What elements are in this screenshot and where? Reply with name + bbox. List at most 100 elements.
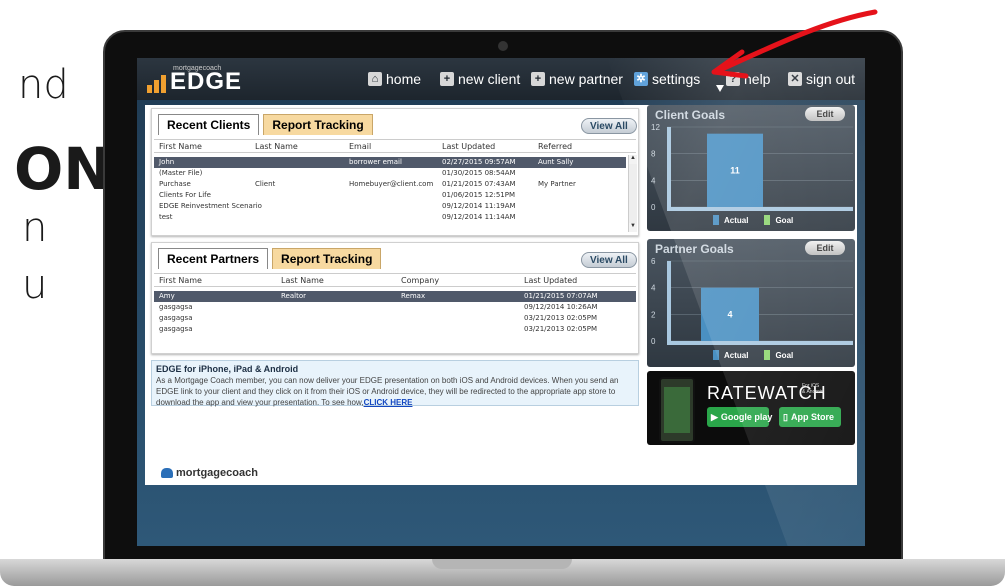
column-header[interactable]: First Name: [159, 142, 202, 151]
table-cell: Homebuyer@client.com: [349, 180, 434, 188]
table-row[interactable]: gasgagsa 09/12/2014 10:26AM: [154, 302, 636, 313]
nav-sign-out[interactable]: ✕ sign out: [788, 71, 855, 87]
table-row[interactable]: test 09/12/2014 11:14AM: [154, 212, 626, 223]
recent-partners-panel: Recent Partners Report Tracking View All…: [151, 242, 639, 354]
promo-link[interactable]: CLICK HERE: [364, 398, 413, 407]
app-store-button[interactable]: ▯ App Store: [779, 407, 841, 427]
partner-goals-legend: Actual Goal: [713, 350, 793, 360]
table-row[interactable]: Clients For Life 01/06/2015 12:51PM: [154, 190, 626, 201]
scroll-up-icon[interactable]: ▲: [629, 155, 637, 164]
table-cell: Client: [255, 180, 276, 188]
y-tick-label: 4: [651, 176, 656, 185]
y-tick-label: 0: [651, 337, 656, 346]
client-goals-title: Client Goals: [655, 108, 726, 122]
nav-help-label: help: [744, 71, 771, 87]
table-cell: gasgagsa: [159, 325, 193, 333]
background-text: nd: [18, 62, 69, 108]
ratewatch-platforms: For iOS & Android: [802, 383, 824, 395]
recent-clients-panel: Recent Clients Report Tracking View All …: [151, 108, 639, 236]
partner-goals-chart: 6 4 2 0 4: [651, 257, 853, 346]
column-header[interactable]: Referred: [538, 142, 572, 151]
table-cell: test: [159, 213, 173, 221]
column-header[interactable]: First Name: [159, 276, 202, 285]
table-cell: gasgagsa: [159, 314, 193, 322]
table-cell: 01/06/2015 12:51PM: [442, 191, 516, 199]
table-row[interactable]: (Master File) 01/30/2015 08:54AM: [154, 168, 626, 179]
background-text: ON: [14, 135, 112, 203]
table-row[interactable]: John borrower email 02/27/2015 09:57AM Aunt…: [154, 157, 626, 168]
background-text: u: [22, 262, 48, 308]
table-row[interactable]: Amy Realtor Remax 01/21/2015 07:07AM: [154, 291, 636, 302]
cursor-icon: [716, 85, 724, 92]
column-header[interactable]: Last Updated: [442, 142, 495, 151]
column-header[interactable]: Last Updated: [524, 276, 577, 285]
table-cell: (Master File): [159, 169, 203, 177]
partner-goals-edit-button[interactable]: Edit: [805, 241, 845, 255]
client-goals-edit-button[interactable]: Edit: [805, 107, 845, 121]
clients-table-header: First Name Last Name Email Last Updated …: [154, 139, 636, 153]
logo-bars-icon: [146, 71, 168, 93]
client-goals-panel: Client Goals Edit 12 8 4 0 11 Actual Goal: [647, 105, 855, 231]
y-tick-label: 0: [651, 203, 656, 212]
google-play-button[interactable]: ▶ Google play: [707, 407, 772, 427]
table-cell: My Partner: [538, 180, 576, 188]
nav-new-client[interactable]: + new client: [440, 71, 520, 87]
gear-icon: ✲: [634, 72, 648, 86]
table-cell: 02/27/2015 09:57AM: [442, 158, 516, 166]
bar-data-label: 4: [727, 309, 732, 319]
table-cell: 09/12/2014 11:14AM: [442, 213, 516, 221]
nav-settings[interactable]: ✲ settings: [634, 71, 700, 87]
ratewatch-banner[interactable]: RATEWATCH For iOS & Android ▶ Google play …: [647, 371, 855, 445]
table-cell: EDGE Reinvestment Scenario: [159, 202, 262, 210]
promo-title: EDGE for iPhone, iPad & Android: [156, 364, 299, 374]
nav-sign-out-label: sign out: [806, 71, 856, 87]
nav-home[interactable]: ⌂ home: [368, 71, 421, 87]
table-cell: 01/21/2015 07:07AM: [524, 292, 598, 300]
scroll-down-icon[interactable]: ▼: [629, 223, 637, 232]
legend-actual-swatch: [713, 350, 719, 360]
tab-recent-clients[interactable]: Recent Clients: [158, 114, 260, 135]
column-header[interactable]: Email: [349, 142, 371, 151]
clients-scrollbar[interactable]: ▲ ▼: [628, 155, 637, 232]
phone-image: [659, 377, 695, 443]
edge-logo[interactable]: mortgagecoach EDGE: [146, 65, 243, 95]
play-icon: ▶: [711, 411, 718, 422]
table-row[interactable]: Purchase Client Homebuyer@client.com 01/21/…: [154, 179, 626, 190]
logo-title: EDGE: [170, 68, 243, 95]
column-header[interactable]: Last Name: [281, 276, 324, 285]
y-tick-label: 8: [651, 150, 656, 159]
table-cell: 03/21/2013 02:05PM: [524, 325, 598, 333]
tab-recent-partners[interactable]: Recent Partners: [158, 248, 269, 269]
client-goals-legend: Actual Goal: [713, 215, 793, 225]
column-header[interactable]: Company: [401, 276, 439, 285]
table-row[interactable]: gasgagsa 03/21/2013 02:05PM: [154, 313, 636, 324]
table-cell: 09/12/2014 10:26AM: [524, 303, 598, 311]
legend-goal-swatch: [764, 350, 771, 360]
laptop-notch: [432, 559, 572, 569]
column-header[interactable]: Last Name: [255, 142, 298, 151]
nav-new-partner[interactable]: + new partner: [531, 71, 623, 87]
app-screen: mortgagecoach EDGE ⌂ home + new client + ne…: [137, 58, 865, 546]
close-icon: ✕: [788, 72, 802, 86]
phone-icon: ▯: [783, 411, 788, 422]
y-tick-label: 12: [651, 123, 660, 132]
tab-report-tracking[interactable]: Report Tracking: [272, 248, 382, 269]
nav-help[interactable]: ? help: [726, 71, 770, 87]
nav-new-partner-label: new partner: [549, 71, 623, 87]
view-all-clients-button[interactable]: View All: [581, 118, 637, 134]
main-content: Recent Clients Report Tracking View All …: [145, 105, 857, 485]
view-all-partners-button[interactable]: View All: [581, 252, 637, 268]
nav-home-label: home: [386, 71, 422, 87]
table-cell: Realtor: [281, 292, 306, 300]
table-cell: Purchase: [159, 180, 191, 188]
background-text: n: [22, 205, 48, 251]
table-row[interactable]: EDGE Reinvestment Scenario 09/12/2014 11:…: [154, 201, 626, 212]
x-axis: [667, 341, 853, 345]
home-icon: ⌂: [368, 72, 382, 86]
legend-label: Actual: [724, 350, 749, 360]
table-row[interactable]: gasgagsa 03/21/2013 02:05PM: [154, 324, 636, 335]
table-cell: Clients For Life: [159, 191, 211, 199]
tab-report-tracking[interactable]: Report Tracking: [263, 114, 373, 135]
mortgage-coach-logo[interactable]: mortgagecoach: [161, 467, 258, 479]
legend-label: Goal: [775, 350, 794, 360]
